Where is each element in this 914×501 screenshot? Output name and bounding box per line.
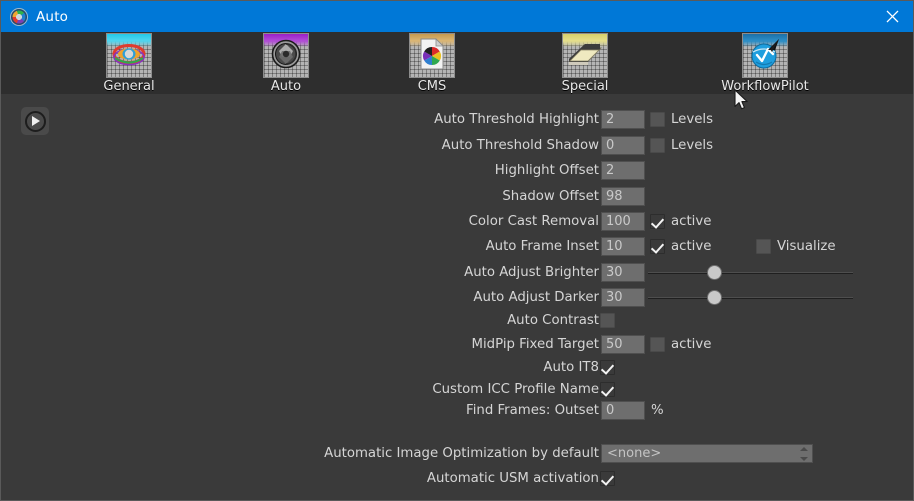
midpip-fixed-target-input[interactable]: 50 — [601, 335, 645, 354]
row-shadow-offset: Shadow Offset 98 — [1, 185, 913, 208]
row-auto-adjust-darker: Auto Adjust Darker 30 — [1, 286, 913, 309]
auto-settings-window: Auto General Auto CMS Special WorkflowPi… — [0, 0, 914, 501]
row-auto-threshold-highlight: Auto Threshold Highlight 2 Levels — [1, 108, 913, 131]
auto-it8-checkbox[interactable] — [600, 360, 615, 375]
shadow-offset-input[interactable]: 98 — [601, 187, 645, 206]
color-cast-removal-active-checkbox[interactable] — [650, 214, 665, 229]
tab-label: Auto — [270, 79, 302, 94]
tab-label: WorkflowPilot — [721, 79, 809, 94]
slider-track — [648, 272, 853, 274]
slider-handle[interactable] — [708, 266, 721, 279]
visualize-label: Visualize — [777, 239, 836, 254]
chevron-updown-icon[interactable] — [799, 447, 808, 461]
row-auto-adjust-brighter: Auto Adjust Brighter 30 — [1, 261, 913, 284]
highlight-offset-input[interactable]: 2 — [601, 161, 645, 180]
pilot-globe-icon — [743, 34, 787, 77]
active-label: active — [671, 239, 712, 254]
auto-adjust-darker-slider[interactable] — [648, 286, 853, 309]
row-color-cast-removal: Color Cast Removal 100 active — [1, 210, 913, 233]
title-bar: Auto — [1, 1, 913, 32]
levels-label: Levels — [671, 112, 714, 127]
row-label: Auto Contrast — [507, 313, 599, 328]
auto-adjust-brighter-input[interactable]: 30 — [601, 263, 645, 282]
scanner-icon — [563, 34, 607, 77]
row-label: Auto Adjust Darker — [473, 290, 599, 305]
row-automatic-usm-activation: Automatic USM activation — [1, 467, 913, 490]
auto-frame-inset-active-checkbox[interactable] — [650, 239, 665, 254]
levels-checkbox[interactable] — [650, 112, 665, 127]
row-auto-contrast: Auto Contrast — [1, 309, 913, 332]
auto-frame-inset-input[interactable]: 10 — [601, 237, 645, 256]
row-find-frames-outset: Find Frames: Outset 0 % — [1, 399, 913, 422]
row-automatic-image-optimization: Automatic Image Optimization by default … — [1, 442, 913, 465]
auto-adjust-brighter-slider[interactable] — [648, 261, 853, 284]
row-label: Auto IT8 — [543, 360, 599, 375]
close-button[interactable] — [869, 1, 913, 32]
row-auto-frame-inset: Auto Frame Inset 10 active Visualize — [1, 235, 913, 258]
tab-workflowpilot[interactable]: WorkflowPilot — [705, 32, 825, 94]
row-label: MidPip Fixed Target — [471, 337, 599, 352]
color-cast-removal-input[interactable]: 100 — [601, 212, 645, 231]
active-label: active — [671, 337, 712, 352]
levels-checkbox[interactable] — [650, 138, 665, 153]
slider-handle[interactable] — [708, 291, 721, 304]
row-auto-threshold-shadow: Auto Threshold Shadow 0 Levels — [1, 134, 913, 157]
row-label: Automatic USM activation — [426, 471, 599, 486]
automatic-usm-activation-checkbox[interactable] — [600, 471, 615, 486]
automatic-image-optimization-select[interactable]: <none> — [601, 444, 813, 463]
levels-label: Levels — [671, 138, 714, 153]
row-highlight-offset: Highlight Offset 2 — [1, 159, 913, 182]
row-midpip-fixed-target: MidPip Fixed Target 50 active — [1, 333, 913, 356]
row-label: Color Cast Removal — [468, 214, 599, 229]
tab-label: CMS — [417, 79, 447, 94]
tab-auto[interactable]: Auto — [226, 32, 346, 94]
row-label: Find Frames: Outset — [466, 403, 599, 418]
color-profile-icon — [410, 34, 454, 77]
percent-unit-label: % — [651, 403, 664, 418]
eye-color-icon — [107, 34, 151, 77]
tab-cms[interactable]: CMS — [372, 32, 492, 94]
auto-threshold-highlight-input[interactable]: 2 — [601, 110, 645, 129]
row-custom-icc-profile-name: Custom ICC Profile Name — [1, 378, 913, 401]
tab-strip: General Auto CMS Special WorkflowPilot — [1, 32, 913, 94]
aperture-icon — [264, 34, 308, 77]
midpip-active-checkbox[interactable] — [650, 337, 665, 352]
row-auto-it8: Auto IT8 — [1, 356, 913, 379]
active-label: active — [671, 214, 712, 229]
visualize-checkbox[interactable] — [756, 239, 771, 254]
auto-contrast-checkbox[interactable] — [600, 313, 615, 328]
row-label: Automatic Image Optimization by default — [324, 446, 599, 461]
row-label: Auto Adjust Brighter — [464, 265, 599, 280]
tab-special[interactable]: Special — [525, 32, 645, 94]
custom-icc-profile-name-checkbox[interactable] — [600, 382, 615, 397]
color-wheel-icon — [11, 8, 27, 25]
row-label: Shadow Offset — [502, 189, 599, 204]
auto-threshold-shadow-input[interactable]: 0 — [601, 136, 645, 155]
tab-general[interactable]: General — [69, 32, 189, 94]
window-title: Auto — [36, 8, 69, 25]
slider-track — [648, 297, 853, 299]
row-label: Auto Frame Inset — [485, 239, 599, 254]
tab-label: Special — [561, 79, 609, 94]
row-label: Highlight Offset — [494, 163, 599, 178]
row-label: Auto Threshold Highlight — [434, 112, 599, 127]
find-frames-outset-input[interactable]: 0 — [601, 401, 645, 420]
tab-label: General — [103, 79, 155, 94]
auto-adjust-darker-input[interactable]: 30 — [601, 288, 645, 307]
row-label: Custom ICC Profile Name — [432, 382, 599, 397]
row-label: Auto Threshold Shadow — [441, 138, 599, 153]
select-value: <none> — [607, 446, 662, 461]
